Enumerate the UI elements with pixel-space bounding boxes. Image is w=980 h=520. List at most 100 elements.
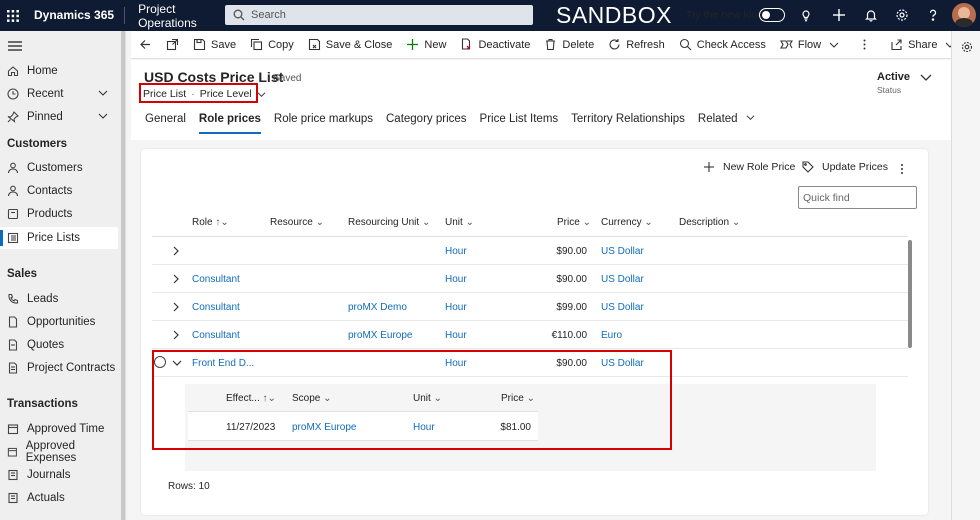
clock-icon bbox=[7, 88, 19, 100]
back-button[interactable] bbox=[131, 31, 159, 59]
chevron-down-icon[interactable] bbox=[98, 88, 108, 98]
open-new-window-button[interactable] bbox=[159, 31, 186, 59]
sidebar-item-approved-time[interactable]: Approved Time bbox=[0, 418, 118, 440]
save-button[interactable]: Save bbox=[186, 31, 243, 59]
sidebar-item-quotes[interactable]: Quotes bbox=[0, 334, 118, 356]
brand-name[interactable]: Dynamics 365 bbox=[26, 7, 126, 24]
chevron-down-icon bbox=[829, 42, 839, 48]
more-vertical-icon bbox=[863, 39, 866, 50]
cell-resourcing-unit[interactable]: proMX Demo bbox=[348, 302, 407, 313]
hamburger-menu-icon[interactable] bbox=[8, 41, 22, 51]
sidebar-item-project-contracts[interactable]: Project Contracts bbox=[0, 357, 118, 379]
column-header-description[interactable]: Description ⌄ bbox=[679, 217, 740, 228]
sidebar-item-opportunities[interactable]: Opportunities bbox=[0, 311, 118, 333]
new-button[interactable]: New bbox=[399, 31, 453, 59]
chevron-right-icon[interactable] bbox=[172, 302, 180, 312]
column-header-resource[interactable]: Resource ⌄ bbox=[270, 217, 324, 228]
table-row[interactable]: Consultant proMX Europe Hour €110.00 Eur… bbox=[152, 321, 908, 349]
copy-button[interactable]: Copy bbox=[243, 31, 301, 59]
plus-icon[interactable] bbox=[832, 8, 846, 22]
cell-unit[interactable]: Hour bbox=[445, 330, 467, 341]
cell-currency[interactable]: US Dollar bbox=[601, 302, 644, 313]
settings-icon[interactable] bbox=[961, 41, 973, 53]
copy-icon bbox=[251, 38, 263, 51]
chevron-down-icon[interactable] bbox=[920, 73, 932, 83]
help-icon[interactable] bbox=[926, 8, 940, 22]
tab-category-prices[interactable]: Category prices bbox=[380, 108, 473, 134]
cell-price: $99.00 bbox=[556, 302, 587, 313]
update-prices-label: Update Prices bbox=[822, 161, 888, 173]
app-launcher-icon[interactable] bbox=[0, 0, 26, 31]
tab-related-label: Related bbox=[697, 113, 738, 125]
update-prices-button[interactable]: Update Prices bbox=[802, 161, 888, 173]
status-label: Status bbox=[877, 85, 902, 95]
chevron-down-icon bbox=[746, 115, 755, 121]
sidebar-item-leads[interactable]: Leads bbox=[0, 288, 118, 310]
chevron-right-icon[interactable] bbox=[172, 274, 180, 284]
refresh-label: Refresh bbox=[626, 38, 665, 51]
sidebar-item-label: Products bbox=[27, 208, 73, 220]
sidebar-scrollbar[interactable] bbox=[121, 31, 125, 520]
deactivate-button[interactable]: Deactivate bbox=[453, 31, 537, 59]
flow-button[interactable]: Flow bbox=[773, 31, 851, 59]
sidebar-item-contacts[interactable]: Contacts bbox=[0, 180, 118, 202]
more-commands-button[interactable] bbox=[851, 31, 883, 59]
cell-currency[interactable]: US Dollar bbox=[601, 274, 644, 285]
sidebar-item-products[interactable]: Products bbox=[0, 203, 118, 225]
new-look-toggle[interactable] bbox=[759, 8, 785, 22]
cell-price: $90.00 bbox=[556, 246, 587, 257]
gear-icon[interactable] bbox=[895, 8, 909, 22]
new-role-price-button[interactable]: New Role Price bbox=[703, 161, 795, 173]
cell-resourcing-unit[interactable]: proMX Europe bbox=[348, 330, 412, 341]
column-header-currency[interactable]: Currency ⌄ bbox=[601, 217, 653, 228]
cell-unit[interactable]: Hour bbox=[445, 274, 467, 285]
sidebar-item-actuals[interactable]: Actuals bbox=[0, 487, 118, 509]
chevron-right-icon[interactable] bbox=[172, 330, 180, 340]
table-row[interactable]: Consultant proMX Demo Hour $99.00 US Dol… bbox=[152, 293, 908, 321]
tab-role-price-markups[interactable]: Role price markups bbox=[268, 108, 379, 134]
trash-icon bbox=[546, 38, 556, 51]
sidebar-item-approved-expenses[interactable]: Approved Expenses bbox=[0, 440, 118, 464]
cell-currency[interactable]: US Dollar bbox=[601, 246, 644, 257]
global-search-input[interactable]: Search bbox=[225, 5, 533, 25]
column-header-unit[interactable]: Unit ⌄ bbox=[445, 217, 474, 228]
cell-role[interactable]: Consultant bbox=[192, 302, 240, 313]
app-name[interactable]: Project Operations bbox=[125, 2, 235, 30]
sidebar-item-pinned[interactable]: Pinned bbox=[0, 106, 118, 128]
cell-unit[interactable]: Hour bbox=[445, 302, 467, 313]
tab-price-list-items[interactable]: Price List Items bbox=[474, 108, 565, 134]
sidebar-item-journals[interactable]: Journals bbox=[0, 464, 118, 486]
sidebar-item-recent[interactable]: Recent bbox=[0, 83, 118, 105]
tab-role-prices[interactable]: Role prices bbox=[193, 108, 267, 134]
cell-unit[interactable]: Hour bbox=[445, 246, 467, 257]
cell-role[interactable]: Consultant bbox=[192, 274, 240, 285]
cell-currency[interactable]: Euro bbox=[601, 330, 622, 341]
chevron-right-icon[interactable] bbox=[172, 246, 180, 256]
chevron-down-icon[interactable] bbox=[98, 111, 108, 121]
bell-icon[interactable] bbox=[864, 8, 878, 22]
column-header-price[interactable]: Price ⌄ bbox=[557, 217, 591, 228]
user-avatar[interactable] bbox=[952, 3, 976, 27]
sidebar-item-home[interactable]: Home bbox=[0, 60, 118, 82]
cell-role[interactable]: Consultant bbox=[192, 330, 240, 341]
sidebar-item-customers[interactable]: Customers bbox=[0, 157, 118, 179]
quick-find-input[interactable]: Quick find bbox=[798, 186, 917, 209]
delete-button[interactable]: Delete bbox=[537, 31, 601, 59]
deactivate-label: Deactivate bbox=[478, 38, 531, 51]
grid-scrollbar[interactable] bbox=[908, 240, 912, 348]
check-access-button[interactable]: Check Access bbox=[672, 31, 773, 59]
refresh-button[interactable]: Refresh bbox=[601, 31, 672, 59]
sidebar-item-price-lists[interactable]: Price Lists bbox=[0, 227, 118, 249]
more-vertical-icon[interactable] bbox=[897, 163, 907, 175]
tab-territory-relationships[interactable]: Territory Relationships bbox=[565, 108, 691, 134]
tab-related[interactable]: Related bbox=[692, 108, 761, 134]
save-and-close-button[interactable]: Save & Close bbox=[301, 31, 400, 59]
lightbulb-icon[interactable] bbox=[799, 8, 813, 22]
document-icon bbox=[8, 316, 18, 328]
column-header-resourcing-unit[interactable]: Resourcing Unit ⌄ bbox=[348, 217, 430, 228]
table-row[interactable]: Hour $90.00 US Dollar bbox=[152, 237, 908, 265]
tab-general[interactable]: General bbox=[139, 108, 192, 134]
table-row[interactable]: Consultant Hour $90.00 US Dollar bbox=[152, 265, 908, 293]
rows-count: Rows: 10 bbox=[168, 481, 210, 492]
column-header-role[interactable]: Role ↑⌄ bbox=[192, 217, 229, 228]
